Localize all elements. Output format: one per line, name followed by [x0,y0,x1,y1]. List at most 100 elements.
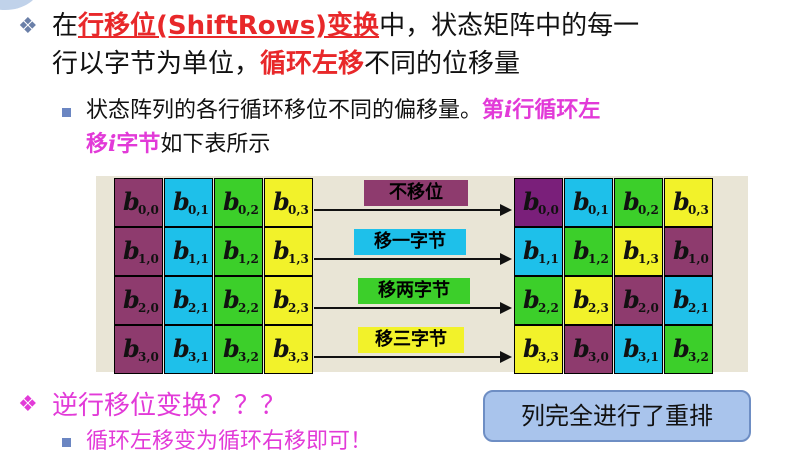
left-cell-2-0: b 2,0 [114,276,163,325]
left-cell-0-2: b 0,2 [214,178,263,227]
cell-subscript: 2,0 [138,301,159,315]
corner-decoration [0,0,40,10]
cell-subscript: 2,1 [688,301,709,315]
sub-bullet-line2-highlight-a: 移 [86,132,109,157]
shiftrows-diagram: b 0,0 b 0,1 b 0,2 b 0,3 b 1,0 b 1,1 b 1,2 b 1,3 b 2,0 b 2,1… [96,176,748,374]
right-cell-1-0: b 1,1 [514,227,563,276]
diamond-bullet-icon: ❖ [18,14,38,39]
shift-label-1: 移一字节 [354,229,466,255]
square-bullet-icon [62,438,71,447]
cell-subscript: 2,0 [638,301,659,315]
arrow-head-icon [500,351,512,363]
sub-bullet-line-2: 移i字节如下表所示 [86,130,270,159]
inverse-question: 逆行移位变换？？？ [52,391,287,421]
right-cell-2-2: b 2,0 [614,276,663,325]
right-cell-2-1: b 2,3 [564,276,613,325]
cell-subscript: 1,0 [138,252,159,266]
cell-subscript: 1,1 [188,252,209,266]
left-cell-2-3: b 2,3 [264,276,313,325]
cell-subscript: 3,0 [588,350,609,364]
column-reorder-note: 列完全进行了重排 [483,390,751,442]
arrow-head-icon [500,204,512,216]
cell-subscript: 1,3 [288,252,309,266]
diamond-bullet-icon: ❖ [18,392,38,417]
heading-line2-text-end: 不同的位移量 [364,49,521,79]
cell-subscript: 0,0 [538,203,559,217]
sub-bullet-highlight-b: 行循环左 [512,98,601,123]
left-cell-3-0: b 3,0 [114,325,163,374]
right-cell-2-0: b 2,2 [514,276,563,325]
cell-subscript: 2,1 [188,301,209,315]
left-cell-2-2: b 2,2 [214,276,263,325]
cell-subscript: 0,2 [638,203,659,217]
cell-subscript: 3,1 [638,350,659,364]
cell-subscript: 1,2 [588,252,609,266]
left-cell-1-2: b 1,2 [214,227,263,276]
cell-subscript: 1,0 [688,252,709,266]
left-cell-2-1: b 2,1 [164,276,213,325]
sub-bullet-text: 状态阵列的各行循环移位不同的偏移量。 [86,98,483,123]
cell-subscript: 3,3 [538,350,559,364]
right-cell-3-1: b 3,0 [564,325,613,374]
cell-subscript: 1,3 [638,252,659,266]
shift-label-2: 移两字节 [358,278,470,304]
cell-subscript: 2,2 [538,301,559,315]
left-cell-3-1: b 3,1 [164,325,213,374]
heading-line-2: 行以字节为单位，循环左移不同的位移量 [52,48,520,80]
right-cell-1-3: b 1,0 [664,227,713,276]
right-cell-1-1: b 1,2 [564,227,613,276]
left-cell-1-1: b 1,1 [164,227,213,276]
left-cell-3-3: b 3,3 [264,325,313,374]
left-cell-0-3: b 0,3 [264,178,313,227]
shift-arrow-line-2 [314,307,500,309]
right-cell-3-3: b 3,2 [664,325,713,374]
arrow-head-icon [500,253,512,265]
left-cell-1-3: b 1,3 [264,227,313,276]
heading-line-1: 在行移位(ShiftRows)变换中，状态矩阵中的每一 [52,10,639,42]
left-cell-0-0: b 0,0 [114,178,163,227]
inverse-answer: 循环左移变为循环右移即可！ [86,429,373,454]
cell-subscript: 0,0 [138,203,159,217]
cell-subscript: 1,2 [238,252,259,266]
cell-subscript: 1,1 [538,252,559,266]
cell-subscript: 3,2 [238,350,259,364]
heading-text: 在 [52,11,79,41]
right-cell-3-2: b 3,1 [614,325,663,374]
heading-highlight: 行移位(ShiftRows)变换 [78,11,380,41]
heading-line2-text: 行以字节为单位， [52,49,261,79]
right-cell-3-0: b 3,3 [514,325,563,374]
left-cell-3-2: b 3,2 [214,325,263,374]
right-cell-0-3: b 0,3 [664,178,713,227]
sub-bullet-line2-highlight-b: 字节 [116,132,161,157]
right-cell-0-1: b 0,1 [564,178,613,227]
shift-arrow-line-0 [314,209,500,211]
left-cell-1-0: b 1,0 [114,227,163,276]
arrow-head-icon [500,302,512,314]
cell-subscript: 3,0 [138,350,159,364]
right-cell-0-0: b 0,0 [514,178,563,227]
square-bullet-icon [62,108,71,117]
cell-subscript: 0,1 [188,203,209,217]
shift-arrow-line-1 [314,258,500,260]
cell-subscript: 2,2 [238,301,259,315]
cell-subscript: 3,1 [188,350,209,364]
heading-text-end: 中，状态矩阵中的每一 [379,11,640,41]
cell-subscript: 0,3 [288,203,309,217]
shift-arrow-line-3 [314,356,500,358]
cell-subscript: 2,3 [288,301,309,315]
right-cell-1-2: b 1,3 [614,227,663,276]
cell-subscript: 0,3 [688,203,709,217]
cell-subscript: 3,3 [288,350,309,364]
heading-line2-highlight: 循环左移 [260,49,365,79]
sub-bullet-highlight-a: 第 [482,98,505,123]
cell-subscript: 2,3 [588,301,609,315]
sub-bullet-line-1: 状态阵列的各行循环移位不同的偏移量。第i行循环左 [86,96,600,125]
cell-subscript: 0,1 [588,203,609,217]
shift-label-0: 不移位 [364,180,468,206]
cell-subscript: 0,2 [238,203,259,217]
right-cell-2-3: b 2,1 [664,276,713,325]
left-cell-0-1: b 0,1 [164,178,213,227]
sub-bullet-line2-text: 如下表所示 [160,132,271,157]
shift-label-3: 移三字节 [358,327,464,353]
right-cell-0-2: b 0,2 [614,178,663,227]
